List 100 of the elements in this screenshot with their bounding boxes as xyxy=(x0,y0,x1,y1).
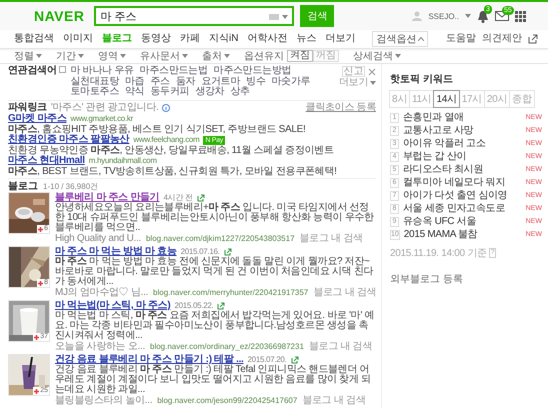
post-author[interactable]: MJ의 엄마수업♡ 님... xyxy=(55,287,148,298)
related-keyword[interactable]: 토마토주스 xyxy=(70,87,120,98)
keyword-link[interactable]: 교통사고로 사망 xyxy=(403,125,474,137)
caret-icon xyxy=(370,81,376,86)
post-snippet: 안녕하세요오늘의 요리는블루베리+마 주스 입니다. 미국 타임지에서 선정한 10대 슈퍼푸드인 블루베리는안토시아닌이 풍부해 항산화 능력이 우수한 블루베리를 먹으면.. xyxy=(55,203,375,233)
post-url[interactable]: blog.naver.com/djkim1227/220543803517 xyxy=(146,233,295,244)
caret-icon xyxy=(182,54,188,58)
filter-dropdown[interactable]: 영역 xyxy=(98,50,126,62)
post-snippet: 마 먹는법 마 스틱, 마 주스 요즘 저희집에서 밥각먹는게 있어요. 바로 '마' 예요. 마는 각종 비타민과 필수아미노산이 풍부합니다.남성호르몬 생성을 촉진시켜줘서 정력에... xyxy=(55,311,376,341)
post-url[interactable]: blog.naver.com/ordinary_ez/220366987231 xyxy=(150,341,304,352)
post-date: 2015.07.20. xyxy=(248,354,286,364)
related-keyword[interactable]: 요거트마 xyxy=(201,76,240,87)
caret-icon xyxy=(395,54,401,58)
related-keyword[interactable]: 마숫가루 xyxy=(271,76,310,87)
share-icon xyxy=(528,34,538,44)
user-name[interactable]: SSEJO.. xyxy=(428,12,459,20)
keyword-link[interactable]: 부럽는 갑 산이 xyxy=(403,151,466,163)
ad-title-link[interactable]: 친환경인증 마주스 팔팔농산 xyxy=(8,135,130,146)
search-tab[interactable]: 어학사전 xyxy=(247,33,288,45)
feedback-link[interactable]: 의견제안 xyxy=(482,33,522,45)
bell-icon xyxy=(477,10,489,22)
related-keyword[interactable]: 마주스만드는법 xyxy=(140,66,208,76)
keyword-link[interactable]: 유승옥 UFC 서울 xyxy=(403,216,476,228)
related-keyword[interactable]: 빙수 xyxy=(246,76,266,87)
keyword-link[interactable]: 손흥민과 열애 xyxy=(403,112,464,124)
caret-icon xyxy=(224,54,230,58)
related-keyword[interactable]: 주스 xyxy=(150,76,170,87)
related-title: 연관검색어 xyxy=(8,66,57,76)
plus-icon xyxy=(34,388,40,394)
related-keyword[interactable]: 마주스만드는방법 xyxy=(214,66,292,76)
plus-icon xyxy=(34,334,40,340)
ad-description: 친환경 무농약인증 마주스, 안동생산, 당일무료배송, 11월 스페셜 증정이벤트 xyxy=(8,146,335,156)
ad-title-link[interactable]: G마켓 마주스 xyxy=(8,114,66,124)
user-icon xyxy=(412,11,422,21)
section-title: 파워링크 xyxy=(8,102,47,113)
external-blog-link[interactable]: 외부블로그 등록 xyxy=(390,272,548,286)
caret-icon xyxy=(36,54,42,58)
keyword-link[interactable]: 아이가 다섯 출연 심이영 xyxy=(403,190,508,202)
related-keyword[interactable]: 상추 xyxy=(230,87,250,98)
keyword-link[interactable]: 아이유 악플러 고소 xyxy=(403,138,486,150)
related-keyword[interactable]: 마즙 xyxy=(125,76,144,87)
post-date: 2015.07.16. xyxy=(180,246,220,256)
search-tab[interactable]: 이미지 xyxy=(63,33,93,45)
search-field[interactable]: 마 주스 xyxy=(94,6,294,26)
post-title-link[interactable]: 건강 음료 블루베리 마 주스 만들기 :) 테팔 ... xyxy=(55,354,244,365)
grid-menu-icon xyxy=(515,10,526,22)
post-author[interactable]: 블링블링스타의 놀이... xyxy=(55,395,152,406)
help-link[interactable]: 도움말 xyxy=(446,33,476,45)
keyword-link[interactable]: 2015 MAMA 불참 xyxy=(404,229,478,241)
result-count: 1-10 / 36,980건 xyxy=(43,181,98,192)
keyword-link[interactable]: 컬투미아 네일모다 뭐지 xyxy=(403,177,505,189)
keyword-link[interactable]: 라디오스타 최시원 xyxy=(403,164,484,176)
post-url[interactable]: blog.naver.com/jeson99/220425417607 xyxy=(157,395,298,406)
post-title-link[interactable]: 블루베리 마 주스 만들기 xyxy=(55,192,160,203)
register-link[interactable]: 클릭초이스 등록 xyxy=(306,102,376,113)
related-keyword[interactable]: 실천대표탕 xyxy=(70,76,120,87)
caret-icon xyxy=(120,54,126,58)
ad-title-link[interactable]: 마주스 현대Hmall xyxy=(8,156,85,166)
option-toggle[interactable]: 켜짐 xyxy=(287,50,313,62)
search-options-button[interactable]: 검색옵션 xyxy=(372,31,428,47)
section-title: 핫토픽 키워드 xyxy=(390,73,454,86)
related-keyword[interactable]: 둠자 xyxy=(176,76,196,87)
post-url[interactable]: blog.naver.com/merryhunter/220421917357 xyxy=(153,287,308,298)
filter-dropdown[interactable]: 출처 xyxy=(202,50,230,62)
filter-dropdown[interactable]: 기간 xyxy=(56,50,84,62)
filter-dropdown[interactable]: 유사문서 xyxy=(140,50,188,62)
plus-icon xyxy=(38,280,44,286)
post-snippet: 건강 음료 블루베리 마 주스 만들기 :) 테팔 Tefal 인피니믹스 핸드블렌더 어우레도 계절이 계절이다 보니 입맛도 떨어지고 시원한 음료를 많이 찾게 되는데요 시원한 과일... xyxy=(55,365,372,395)
post-date: 4시간 전 xyxy=(163,192,193,202)
keyword-link[interactable]: 서울 세종 민자고속도로 xyxy=(403,203,505,215)
search-tab[interactable]: 통합검색 xyxy=(14,33,54,45)
post-snippet: 마 주스 마 먹는 방법 마 효능 전에 신문지에 돌돌 말린 이게 뭘까요? 저잔~바로바로 마랍니다. 말로만 들었지 먹게 된 건 이번이 처음인데요 시댁 친다가 동서에게... xyxy=(55,257,374,287)
search-tab[interactable]: 더보기 xyxy=(325,33,356,45)
share-icon xyxy=(290,356,298,364)
ad-url: www.feelchang.com xyxy=(133,135,200,146)
caret-icon xyxy=(282,15,288,19)
detail-search-dropdown[interactable]: 상세검색 xyxy=(353,50,401,62)
ad-url: www.gmarket.co.kr xyxy=(70,114,133,124)
post-author[interactable]: High Quality and U... xyxy=(55,233,141,244)
related-keyword[interactable]: 마 바나나 우유 xyxy=(70,66,134,76)
section-title: 블로그 xyxy=(8,181,38,192)
search-tab[interactable]: 뉴스 xyxy=(296,33,316,45)
search-tab[interactable]: 동영상 xyxy=(141,33,171,45)
related-keyword[interactable]: 약식 xyxy=(125,87,144,98)
search-tab[interactable]: 카페 xyxy=(180,33,200,45)
related-keyword[interactable]: 생강차 xyxy=(195,87,224,98)
filter-dropdown[interactable]: 정렬 xyxy=(14,50,42,62)
post-author[interactable]: 오늘을 사랑하는 오... xyxy=(55,341,145,352)
share-icon xyxy=(196,194,205,202)
ad-description: 마주스, 홈쇼핑HIT 주방용품, 베스트 인기 식기SET, 주방브랜드 SALE! xyxy=(8,124,307,134)
post-title-link[interactable]: 마 먹는법(마 스틱, 마 주스) xyxy=(55,300,170,311)
close-icon xyxy=(368,68,376,76)
option-keep-label: 옵션유지 xyxy=(244,50,284,62)
search-tab[interactable]: 지식iN xyxy=(209,33,238,45)
share-icon xyxy=(224,248,232,256)
related-keyword[interactable]: 동두커피 xyxy=(150,87,190,98)
chevron-up-icon xyxy=(418,37,424,41)
caret-icon xyxy=(78,54,84,58)
time-tab[interactable]: 14시 xyxy=(433,90,460,108)
post-title-link[interactable]: 마 주스 마 먹는 방법 마 효능 xyxy=(55,246,177,257)
